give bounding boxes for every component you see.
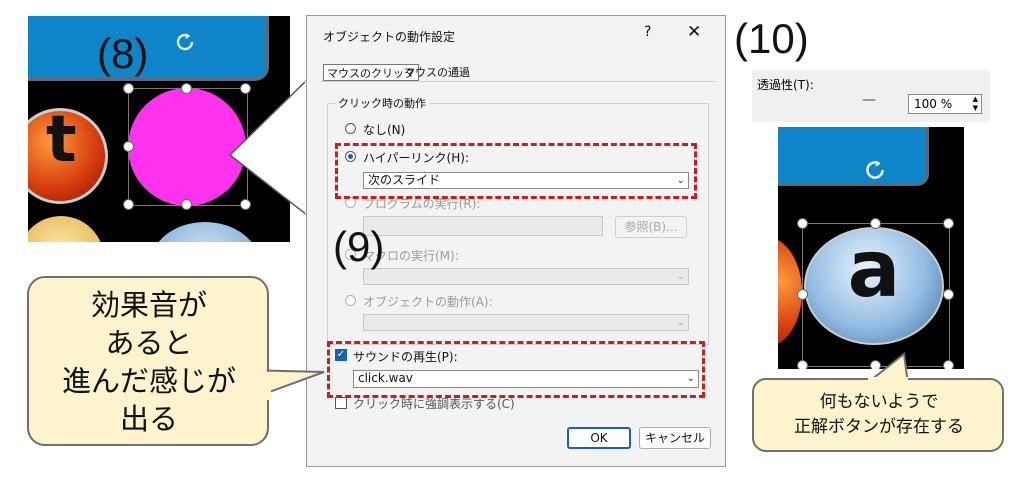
object-action-select[interactable]: ⌄ [363,314,689,331]
selection-handle[interactable] [870,218,881,229]
step-label-9: (9) [333,223,385,270]
callout-right-line: 何もないようで [819,392,939,412]
dialog-title: オブジェクトの動作設定 [323,30,456,44]
highlight-frame-sound [327,341,705,398]
selection-handle[interactable] [797,289,808,300]
callout-tail-seam [262,372,271,400]
highlight-checkbox[interactable] [335,397,347,409]
selection-handle[interactable] [123,199,134,210]
rotate-icon[interactable] [862,157,888,183]
callout-left-line: 効果音が [90,288,207,322]
callout-left: 効果音が あると 進んだ感じが 出る [27,276,269,446]
callout-left-line: 進んだ感じが [61,364,236,398]
tab-mouse-over[interactable]: マウスの通過 [401,64,473,81]
blue-button-partial [150,222,260,242]
spin-down-icon[interactable]: ▼ [973,104,978,112]
blue-tile [28,16,269,81]
callout-right-line: 正解ボタンが存在する [794,417,964,437]
button-letter-t: t [46,103,77,177]
radio-none[interactable] [345,123,356,134]
selection-handle[interactable] [943,289,954,300]
selection-handle[interactable] [123,141,134,152]
chevron-down-icon: ⌄ [676,271,685,282]
callout-right: 何もないようで 正解ボタンが存在する [752,378,1004,452]
macro-select[interactable]: ⌄ [363,268,689,285]
option-none-label: なし(N) [363,123,406,137]
transparency-panel: 透過性(T): — 100 % ▲ ▼ [752,70,990,122]
callout-right-text: 何もないようで 正解ボタンが存在する [754,390,1004,440]
selection-handle[interactable] [943,218,954,229]
callout-pointer-8 [228,80,309,217]
selection-handle[interactable] [943,360,954,369]
help-button[interactable]: ? [644,24,651,40]
selection-box [802,223,950,367]
transparency-input[interactable]: 100 % ▲ ▼ [908,94,982,114]
selection-handle[interactable] [797,360,808,369]
close-icon[interactable]: ✕ [687,22,701,42]
yellow-button-partial [28,216,104,242]
right-slide-screenshot: a [778,127,964,369]
selection-handle[interactable] [797,218,808,229]
step-label-10: (10) [734,15,809,62]
callout-left-line: 出る [119,402,178,436]
ok-button[interactable]: OK [567,427,631,449]
step-label-8: (8) [97,30,149,77]
transparency-label: 透過性(T): [757,78,814,92]
cancel-button[interactable]: キャンセル [639,427,711,449]
tab-divider [321,81,715,82]
browse-button[interactable]: 参照(B)... [615,216,687,238]
transparency-value: 100 % [914,97,953,111]
radio-object-action[interactable] [345,295,356,306]
callout-left-line: あると [105,326,193,360]
blue-tile [778,127,929,186]
highlight-frame-hyperlink [335,143,697,199]
rotate-icon[interactable] [173,30,197,54]
program-path-field[interactable] [363,216,603,236]
transparency-slider-dash[interactable]: — [862,92,876,108]
spin-up-icon[interactable]: ▲ [973,95,978,103]
selection-handle[interactable] [123,83,134,94]
callout-left-text: 効果音が あると 進んだ感じが 出る [29,286,269,438]
chevron-down-icon: ⌄ [676,317,685,328]
option-object-action-label: オブジェクトの動作(A): [363,295,493,309]
callout-tail-seam [868,377,908,382]
group-title: クリック時の動作 [335,95,429,111]
